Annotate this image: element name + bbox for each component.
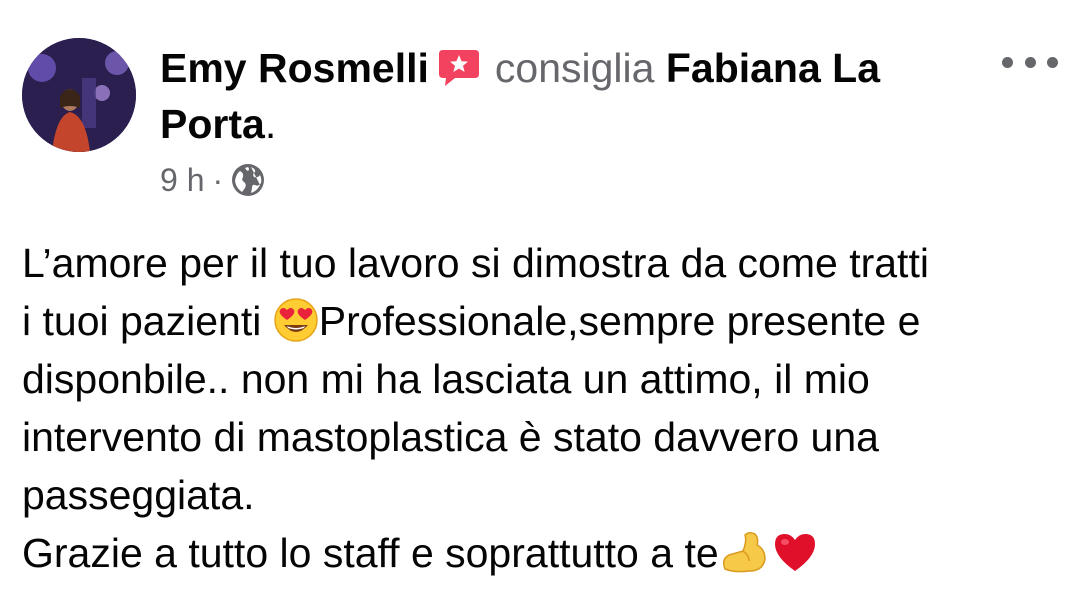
- recommends-label: consiglia: [494, 45, 655, 91]
- facebook-post: Emy Rosmelli consiglia Fabiana La Porta.…: [0, 0, 1080, 592]
- body-line: L’amore per il tuo lavoro si dimostra da…: [22, 240, 929, 286]
- more-dot: [1002, 56, 1013, 68]
- heart-eyes-emoji: [273, 298, 318, 342]
- avatar[interactable]: [22, 38, 136, 152]
- header-period: .: [264, 101, 277, 147]
- post-timestamp[interactable]: 9 h: [160, 160, 204, 200]
- more-options-icon[interactable]: [1002, 48, 1058, 76]
- body-line: i tuoi pazienti Professionale,sempre pre…: [22, 292, 1062, 350]
- body-text-segment: Professionale,sempre presente e: [318, 298, 921, 344]
- body-line: passeggiata.: [22, 472, 255, 518]
- red-heart-emoji: [774, 534, 815, 571]
- recommendation-star-icon: [438, 50, 479, 86]
- body-line: intervento di mastoplastica è stato davv…: [22, 414, 879, 460]
- body-text-segment: i tuoi pazienti: [22, 298, 273, 344]
- body-line: disponbile.. non mi ha lasciata un attim…: [22, 356, 870, 402]
- body-text-segment: Grazie a tutto lo staff e soprattutto a …: [22, 530, 719, 576]
- flexed-biceps-emoji: [722, 531, 766, 573]
- post-meta: 9 h ·: [160, 160, 265, 200]
- body-line: Grazie a tutto lo staff e soprattutto a …: [22, 524, 1062, 582]
- meta-separator: ·: [212, 162, 224, 198]
- post-header: Emy Rosmelli consiglia Fabiana La Porta.: [160, 40, 960, 152]
- post-body: L’amore per il tuo lavoro si dimostra da…: [22, 234, 1062, 582]
- more-dot: [1024, 56, 1036, 68]
- more-dot: [1047, 56, 1058, 68]
- globe-icon[interactable]: [231, 163, 265, 197]
- author-name[interactable]: Emy Rosmelli: [160, 45, 429, 91]
